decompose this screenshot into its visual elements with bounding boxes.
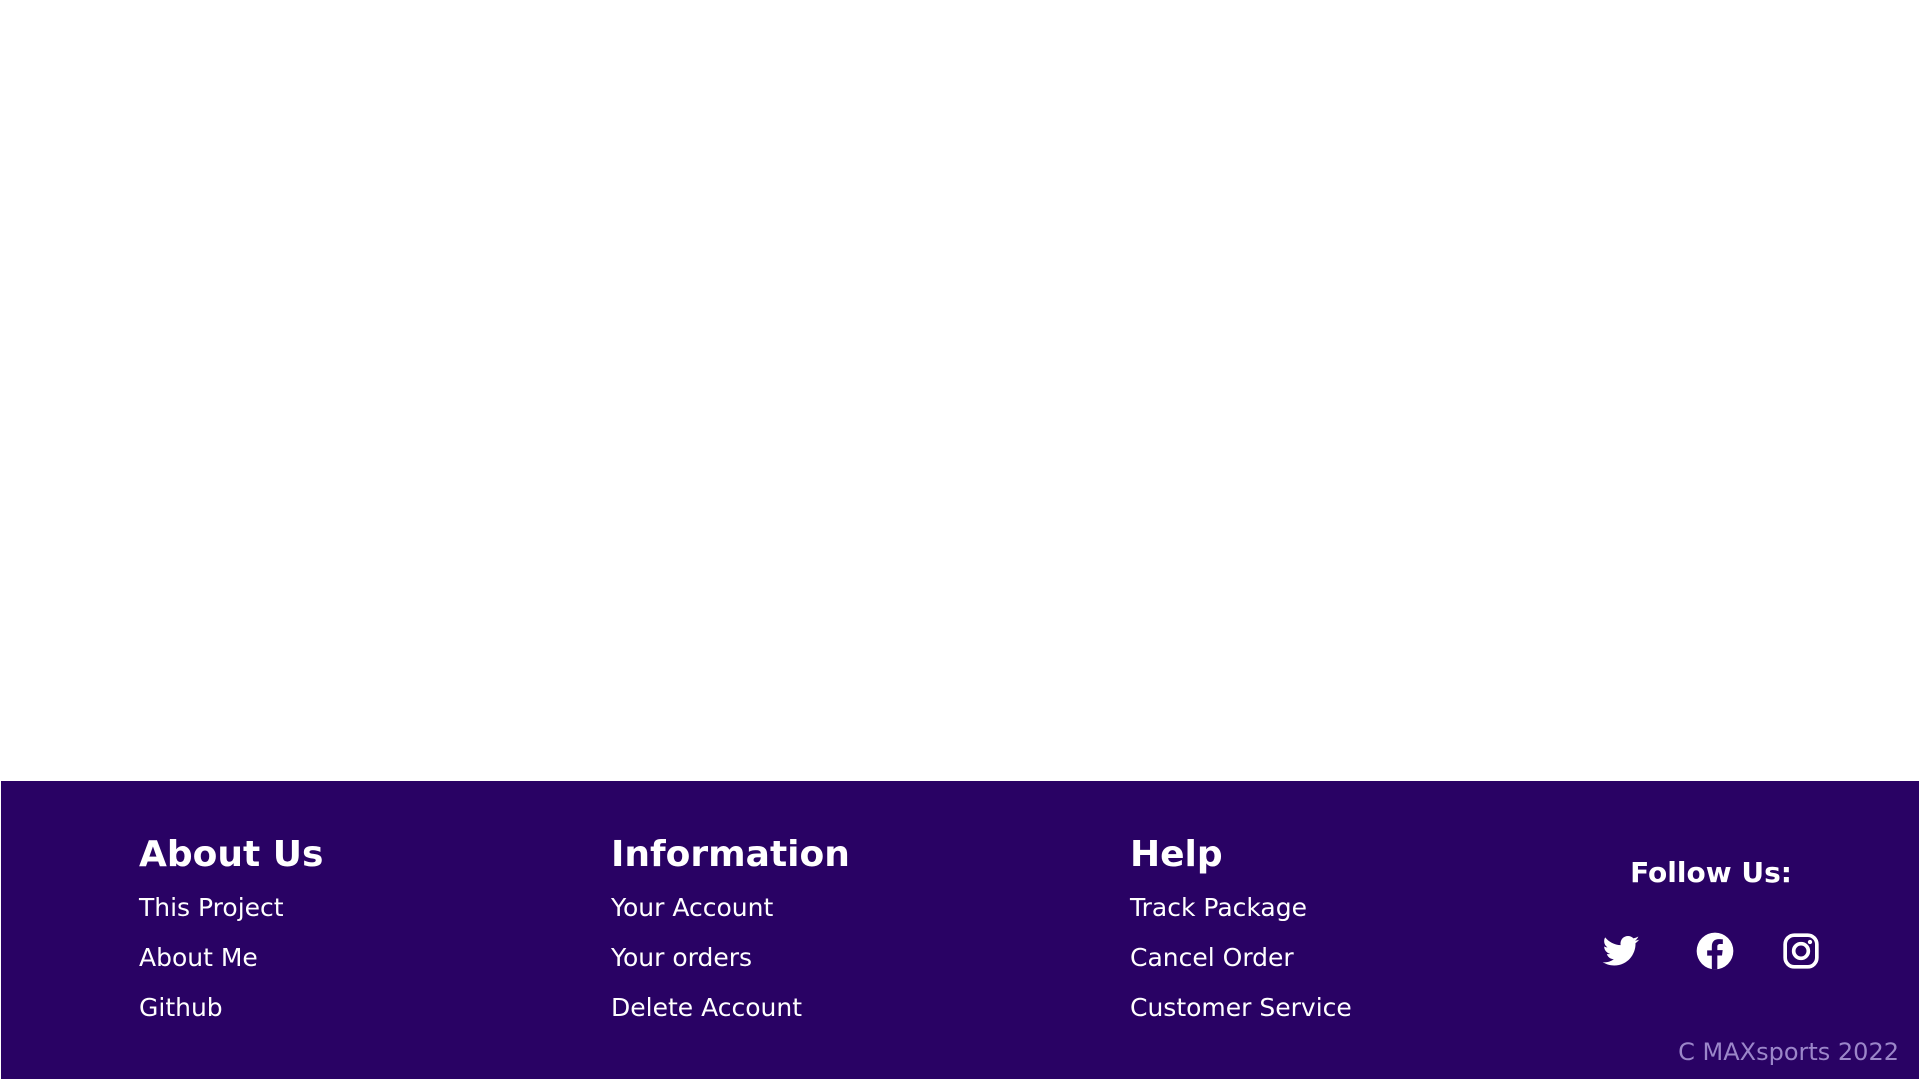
site-footer: About Us This Project About Me Github In… <box>0 780 1920 1080</box>
footer-heading-about: About Us <box>139 834 324 875</box>
footer-link-this-project[interactable]: This Project <box>139 893 323 923</box>
footer-column-about: About Us This Project About Me Github <box>139 833 323 1043</box>
footer-link-track-package[interactable]: Track Package <box>1130 893 1352 923</box>
facebook-icon[interactable] <box>1695 931 1735 971</box>
footer-heading-information: Information <box>611 834 850 875</box>
main-content-area <box>0 0 1920 780</box>
footer-link-your-account[interactable]: Your Account <box>611 893 850 923</box>
follow-us-title: Follow Us: <box>1630 856 1792 889</box>
copyright-text: C MAXsports 2022 <box>1678 1038 1899 1066</box>
footer-heading-help: Help <box>1130 834 1223 875</box>
footer-column-help: Help Track Package Cancel Order Customer… <box>1130 833 1352 1043</box>
footer-link-delete-account[interactable]: Delete Account <box>611 993 850 1023</box>
footer-link-about-me[interactable]: About Me <box>139 943 323 973</box>
twitter-icon[interactable] <box>1601 931 1641 971</box>
footer-link-your-orders[interactable]: Your orders <box>611 943 850 973</box>
social-links <box>1601 931 1831 971</box>
footer-column-information: Information Your Account Your orders Del… <box>611 833 850 1043</box>
footer-link-customer-service[interactable]: Customer Service <box>1130 993 1352 1023</box>
follow-us-section: Follow Us: <box>1591 853 1831 893</box>
footer-link-cancel-order[interactable]: Cancel Order <box>1130 943 1352 973</box>
footer-link-github[interactable]: Github <box>139 993 323 1023</box>
instagram-icon[interactable] <box>1781 931 1821 971</box>
